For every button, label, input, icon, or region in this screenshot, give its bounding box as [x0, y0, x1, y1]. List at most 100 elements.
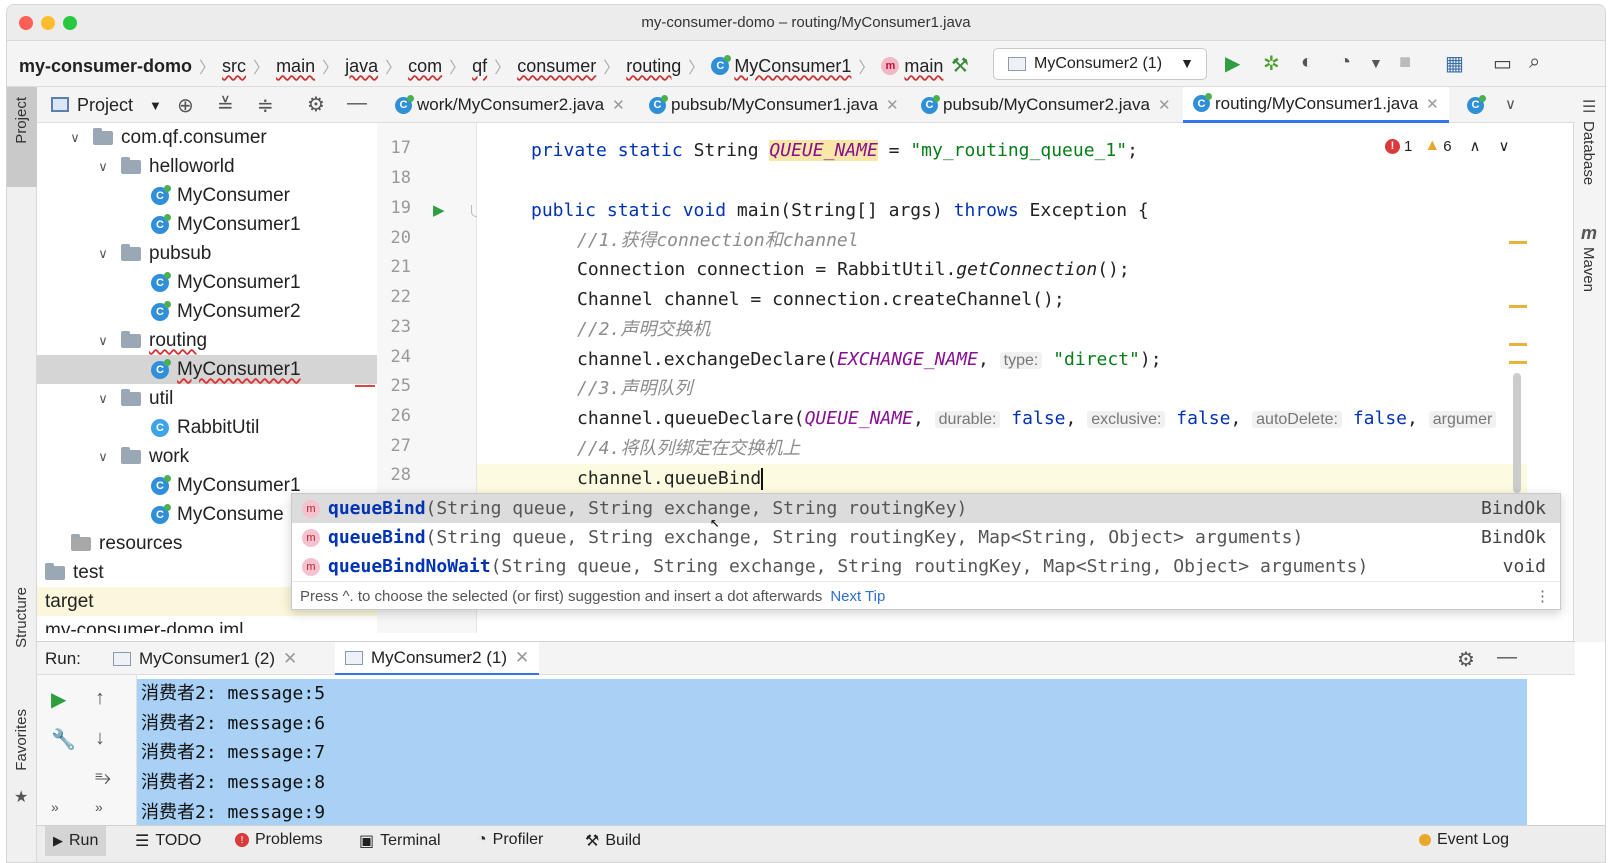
scroll-up-icon[interactable]: ↑	[95, 687, 105, 710]
inspection-widget[interactable]: ! 1 ▲ 6 ∧ ∨	[1385, 137, 1510, 155]
scroll-down-icon[interactable]: ↓	[95, 727, 105, 750]
tab-work-myconsumer2[interactable]: Cwork/MyConsumer2.java ✕	[385, 87, 635, 123]
package-folder-icon	[121, 156, 141, 174]
close-icon[interactable]: ✕	[1158, 96, 1171, 114]
tree-item[interactable]: ∨ work	[37, 442, 377, 471]
tree-item[interactable]: C MyConsumer	[37, 181, 377, 210]
tool-profiler-button[interactable]: ◔ Profiler	[477, 831, 543, 849]
tree-item[interactable]: ∨ pubsub	[37, 239, 377, 268]
tab-overflow-class[interactable]: C	[1457, 87, 1499, 123]
gear-icon[interactable]: ⚙	[307, 92, 325, 117]
stop-icon[interactable]: ■	[1399, 51, 1411, 74]
warning-stripe-mark[interactable]	[1509, 305, 1527, 308]
run-configuration-select[interactable]: MyConsumer2 (1) ▼	[993, 48, 1207, 80]
tree-item[interactable]: ∨ routing	[37, 326, 377, 355]
tree-item[interactable]: C RabbitUtil	[37, 413, 377, 442]
tree-item[interactable]: C MyConsumer1	[37, 268, 377, 297]
debug-bug-icon[interactable]: ✲	[1263, 51, 1280, 76]
chevron-down-icon[interactable]: ∨	[95, 246, 111, 262]
tree-item-selected[interactable]: C MyConsumer1	[37, 355, 377, 384]
hide-panel-icon[interactable]: —	[347, 92, 367, 115]
build-hammer-icon[interactable]: ⚒	[951, 53, 969, 78]
chevron-down-icon[interactable]: ∨	[67, 130, 83, 146]
tool-todo-button[interactable]: ☰ TODO	[135, 831, 201, 851]
expand-all-icon[interactable]: ≚	[217, 93, 234, 118]
gear-icon[interactable]: ⚙	[1457, 647, 1475, 672]
breadcrumb-src[interactable]: src	[222, 56, 246, 77]
breadcrumb-routing[interactable]: routing	[626, 56, 681, 77]
tree-item[interactable]: C MyConsumer2	[37, 297, 377, 326]
rerun-icon[interactable]: ▶	[51, 687, 66, 712]
close-icon[interactable]: ✕	[886, 96, 899, 114]
run-gutter-icon[interactable]: ▶	[433, 201, 445, 219]
close-icon[interactable]: ✕	[1426, 95, 1439, 113]
structure-tool-button[interactable]: Structure	[13, 587, 30, 648]
breadcrumb-java[interactable]: java	[345, 56, 378, 77]
breadcrumb-com[interactable]: com	[408, 56, 442, 77]
chevron-down-icon[interactable]: ▼	[149, 98, 162, 113]
tool-run-button[interactable]: ▶ Run	[45, 826, 107, 856]
more-options-icon[interactable]: ⋮	[1535, 587, 1550, 605]
chevron-down-icon[interactable]: ∨	[95, 391, 111, 407]
collapse-all-icon[interactable]: ≑	[257, 93, 274, 118]
more-actions-icon[interactable]: »	[95, 799, 103, 815]
chevron-down-icon[interactable]: ∨	[95, 159, 111, 175]
wrench-icon[interactable]: 🔧	[51, 727, 76, 752]
tree-item[interactable]: ∨ com.qf.consumer	[37, 123, 377, 152]
more-actions-icon[interactable]: »	[51, 799, 59, 815]
more-run-chevron-icon[interactable]: ▼	[1369, 55, 1383, 71]
completion-item-selected[interactable]: m queueBind (String queue, String exchange…	[292, 494, 1560, 523]
tab-pubsub-myconsumer2[interactable]: Cpubsub/MyConsumer2.java ✕	[911, 87, 1181, 123]
completion-item[interactable]: m queueBind (String queue, String exchange…	[292, 523, 1560, 552]
breadcrumb-consumer[interactable]: consumer	[517, 56, 596, 77]
line-number: 28	[390, 465, 411, 485]
profile-icon[interactable]: ◔	[1339, 51, 1351, 74]
tree-item[interactable]: C MyConsumer1	[37, 210, 377, 239]
run-tab-myconsumer2[interactable]: MyConsumer2 (1) ✕	[335, 642, 540, 676]
breadcrumb-class[interactable]: MyConsumer1	[734, 56, 851, 77]
locate-target-icon[interactable]: ⊕	[177, 93, 194, 118]
tab-routing-myconsumer1[interactable]: Crouting/MyConsumer1.java ✕	[1183, 87, 1449, 123]
close-icon[interactable]: ✕	[283, 649, 297, 669]
soft-wrap-icon[interactable]: ⥱	[95, 767, 111, 790]
maven-tool-button[interactable]: Maven	[1580, 247, 1597, 292]
tool-terminal-button[interactable]: ▣ Terminal	[359, 831, 441, 851]
next-highlight-icon[interactable]: ∨	[1499, 137, 1510, 155]
editor-scrollbar[interactable]	[1513, 373, 1521, 493]
tabs-overflow-chevron-icon[interactable]: ∨	[1505, 95, 1516, 113]
chevron-down-icon[interactable]: ∨	[95, 333, 111, 349]
previous-highlight-icon[interactable]: ∧	[1470, 137, 1481, 155]
database-tool-button[interactable]: Database	[1580, 121, 1597, 185]
warning-stripe-mark[interactable]	[1509, 361, 1527, 364]
project-view-select[interactable]: Project	[77, 95, 133, 116]
hide-panel-icon[interactable]: —	[1497, 646, 1517, 669]
completion-item[interactable]: m queueBindNoWait (String queue, String ex…	[292, 552, 1560, 581]
coverage-icon[interactable]: ◐	[1301, 51, 1313, 74]
chevron-down-icon[interactable]: ∨	[95, 449, 111, 465]
tab-pubsub-myconsumer1[interactable]: Cpubsub/MyConsumer1.java ✕	[639, 87, 909, 123]
run-icon[interactable]: ▶	[1225, 51, 1240, 76]
favorites-tool-button[interactable]: Favorites	[13, 709, 30, 771]
run-console[interactable]: 消费者2: message:5 消费者2: message:6 消费者2: me…	[137, 675, 1527, 825]
tool-build-button[interactable]: ⚒ Build	[585, 831, 641, 851]
method-icon: m	[302, 528, 320, 547]
tool-problems-button[interactable]: ! Problems	[235, 831, 323, 849]
close-icon[interactable]: ✕	[612, 96, 625, 114]
warning-stripe-mark[interactable]	[1509, 343, 1527, 346]
project-structure-icon[interactable]: ▦	[1445, 51, 1464, 76]
warning-stripe-mark[interactable]	[1509, 241, 1527, 244]
breadcrumb-method[interactable]: main	[904, 56, 943, 77]
tree-item[interactable]: my-consumer-domo.iml	[37, 616, 377, 634]
project-tool-button[interactable]: Project	[7, 87, 37, 187]
breadcrumb-qf[interactable]: qf	[472, 56, 487, 77]
breadcrumb-main[interactable]: main	[276, 56, 315, 77]
close-icon[interactable]: ✕	[515, 648, 529, 668]
next-tip-link[interactable]: Next Tip	[830, 588, 885, 605]
search-icon[interactable]: ⌕	[1529, 51, 1540, 74]
window-layout-icon[interactable]: ▭	[1493, 51, 1512, 76]
tree-item[interactable]: ∨ helloworld	[37, 152, 377, 181]
tree-item[interactable]: ∨ util	[37, 384, 377, 413]
tool-event-log-button[interactable]: Event Log	[1419, 831, 1509, 849]
run-tab-myconsumer1[interactable]: MyConsumer1 (2) ✕	[113, 642, 297, 676]
breadcrumb-project[interactable]: my-consumer-domo	[19, 56, 192, 77]
